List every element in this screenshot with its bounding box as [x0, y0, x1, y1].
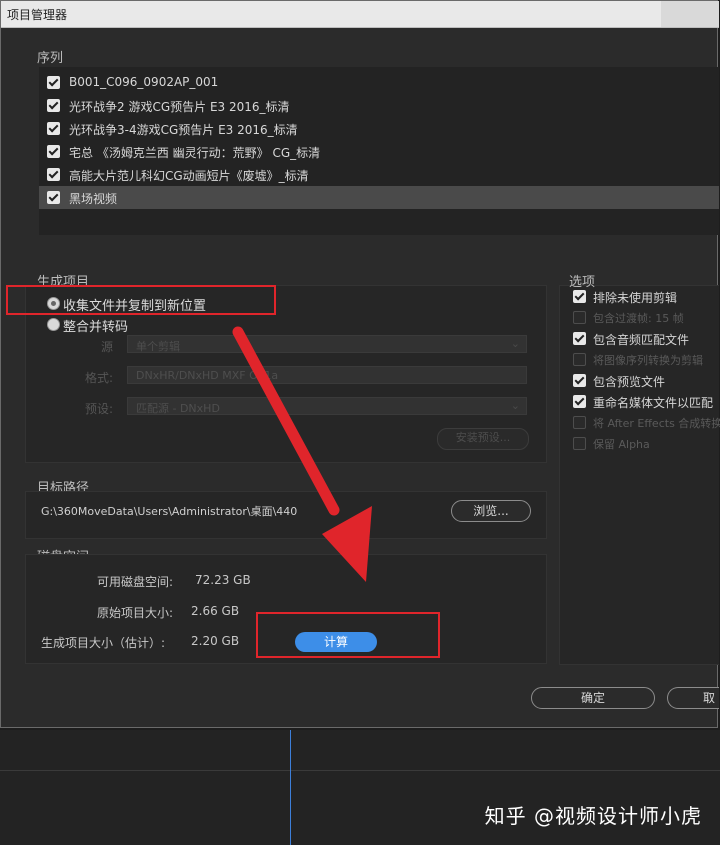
- arrow-head-icon: [322, 506, 372, 582]
- annotation-arrow: [232, 326, 372, 582]
